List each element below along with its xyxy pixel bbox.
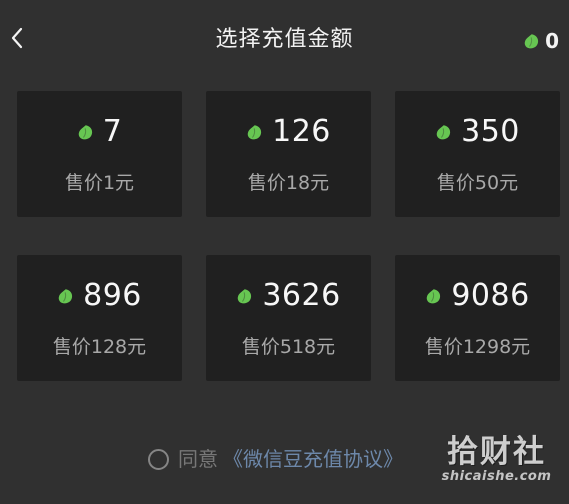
agreement-radio[interactable] <box>148 448 169 470</box>
recharge-option-126[interactable]: 126 售价18元 <box>206 91 371 217</box>
recharge-screen: 选择充值金额 0 7 售价1元 126 售价18元 350 售价50元 896 … <box>0 0 569 504</box>
top-bar: 选择充值金额 0 <box>0 0 569 80</box>
green-bean-icon <box>77 124 94 141</box>
green-bean-icon <box>57 288 74 305</box>
recharge-agreement-link[interactable]: 《微信豆充值协议》 <box>223 445 403 473</box>
bean-amount: 896 <box>83 278 142 313</box>
sale-price: 售价1元 <box>64 172 135 194</box>
sale-price: 售价128元 <box>52 336 147 358</box>
green-bean-icon <box>246 124 263 141</box>
amount-row: 896 <box>17 277 182 315</box>
recharge-option-350[interactable]: 350 售价50元 <box>395 91 560 217</box>
amount-row: 126 <box>206 113 371 151</box>
bean-amount: 126 <box>272 114 331 149</box>
sale-price: 售价518元 <box>241 336 336 358</box>
green-bean-icon <box>425 288 442 305</box>
bean-amount: 350 <box>461 114 520 149</box>
bean-amount: 7 <box>102 114 123 149</box>
recharge-options-grid: 7 售价1元 126 售价18元 350 售价50元 896 售价128元 36… <box>17 91 561 382</box>
watermark-url: shicaishe.com <box>441 469 552 484</box>
green-bean-icon <box>435 124 452 141</box>
green-bean-icon <box>523 33 540 50</box>
bean-balance: 0 <box>523 26 559 56</box>
recharge-option-9086[interactable]: 9086 售价1298元 <box>395 255 560 381</box>
balance-value: 0 <box>545 29 559 53</box>
watermark: 拾财社 shicaishe.com <box>434 435 559 495</box>
amount-row: 350 <box>395 113 560 151</box>
bean-amount: 9086 <box>451 278 530 313</box>
recharge-option-7[interactable]: 7 售价1元 <box>17 91 182 217</box>
recharge-option-3626[interactable]: 3626 售价518元 <box>206 255 371 381</box>
sale-price: 售价50元 <box>436 172 519 194</box>
amount-row: 9086 <box>395 277 560 315</box>
green-bean-icon <box>236 288 253 305</box>
sale-price: 售价18元 <box>247 172 330 194</box>
sale-price: 售价1298元 <box>424 336 531 358</box>
agreement-row: 同意 《微信豆充值协议》 <box>148 445 403 473</box>
amount-row: 7 <box>17 113 182 151</box>
watermark-logo: 拾财社 <box>447 434 546 470</box>
bean-amount: 3626 <box>262 278 341 313</box>
recharge-option-896[interactable]: 896 售价128元 <box>17 255 182 381</box>
amount-row: 3626 <box>206 277 371 315</box>
agree-label: 同意 <box>178 447 218 471</box>
page-title: 选择充值金额 <box>215 27 354 52</box>
